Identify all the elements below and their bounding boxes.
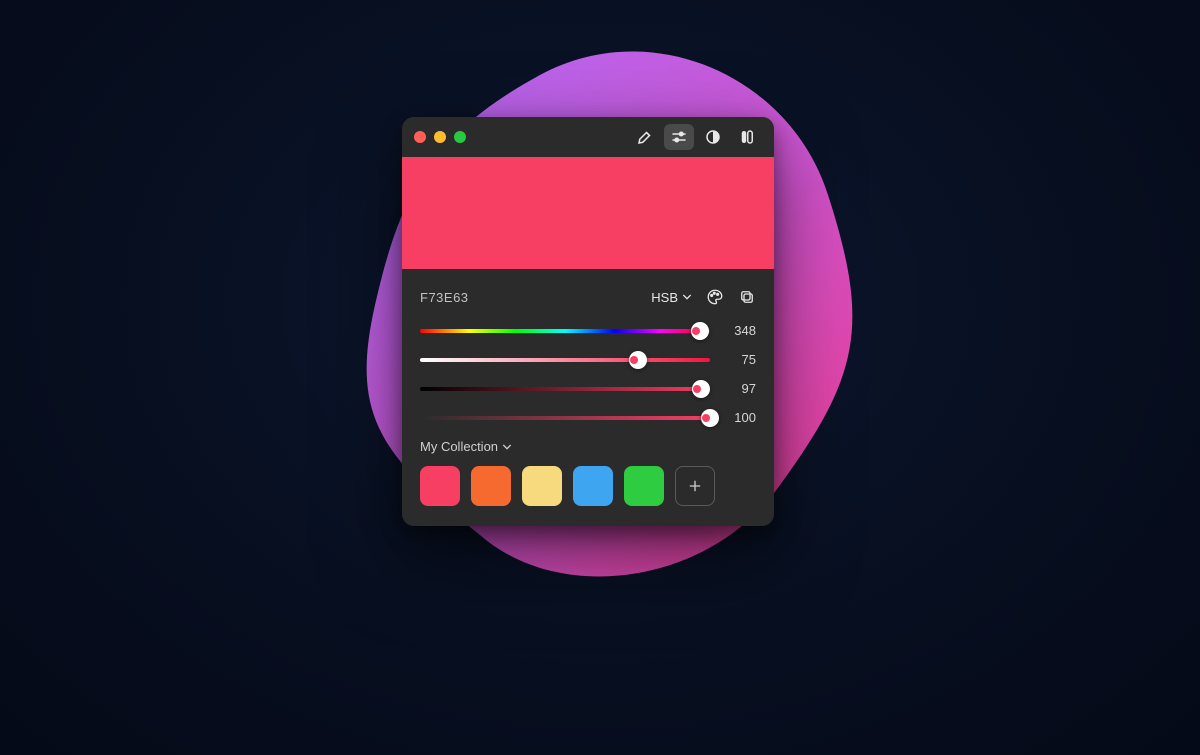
color-mode-select[interactable]: HSB — [651, 290, 692, 305]
copy-icon — [738, 288, 756, 306]
swatches-icon — [738, 128, 756, 146]
swatch[interactable] — [624, 466, 664, 506]
color-preview — [402, 157, 774, 269]
hue-slider[interactable]: 348 — [420, 323, 756, 338]
alpha-slider[interactable]: 100 — [420, 410, 756, 425]
swatch[interactable] — [573, 466, 613, 506]
swatch[interactable] — [471, 466, 511, 506]
palette-icon — [706, 288, 724, 306]
collection-label: My Collection — [420, 439, 498, 454]
color-picker-window: F73E63 HSB — [402, 117, 774, 526]
chevron-down-icon — [682, 292, 692, 302]
eyedropper-icon — [636, 128, 654, 146]
alpha-value: 100 — [726, 410, 756, 425]
brightness-value: 97 — [726, 381, 756, 396]
chevron-down-icon — [502, 442, 512, 452]
contrast-button[interactable] — [698, 124, 728, 150]
saturation-value: 75 — [726, 352, 756, 367]
plus-icon — [687, 478, 703, 494]
contrast-icon — [704, 128, 722, 146]
hue-value: 348 — [726, 323, 756, 338]
palettes-button[interactable] — [732, 124, 762, 150]
sliders-button[interactable] — [664, 124, 694, 150]
alpha-thumb[interactable] — [701, 409, 719, 427]
collection-select[interactable]: My Collection — [420, 439, 756, 454]
swatch-list — [420, 466, 756, 506]
eyedropper-button[interactable] — [630, 124, 660, 150]
saturation-thumb[interactable] — [629, 351, 647, 369]
add-swatch-button[interactable] — [675, 466, 715, 506]
swatch[interactable] — [420, 466, 460, 506]
saturation-slider[interactable]: 75 — [420, 352, 756, 367]
hue-thumb[interactable] — [691, 322, 709, 340]
sliders-icon — [670, 128, 688, 146]
minimize-button[interactable] — [434, 131, 446, 143]
brightness-thumb[interactable] — [692, 380, 710, 398]
brightness-slider[interactable]: 97 — [420, 381, 756, 396]
titlebar — [402, 117, 774, 157]
hex-value[interactable]: F73E63 — [420, 290, 469, 305]
palette-button[interactable] — [706, 288, 724, 306]
copy-button[interactable] — [738, 288, 756, 306]
window-controls — [414, 131, 466, 143]
color-mode-label: HSB — [651, 290, 678, 305]
controls-panel: F73E63 HSB — [402, 269, 774, 526]
zoom-button[interactable] — [454, 131, 466, 143]
close-button[interactable] — [414, 131, 426, 143]
swatch[interactable] — [522, 466, 562, 506]
